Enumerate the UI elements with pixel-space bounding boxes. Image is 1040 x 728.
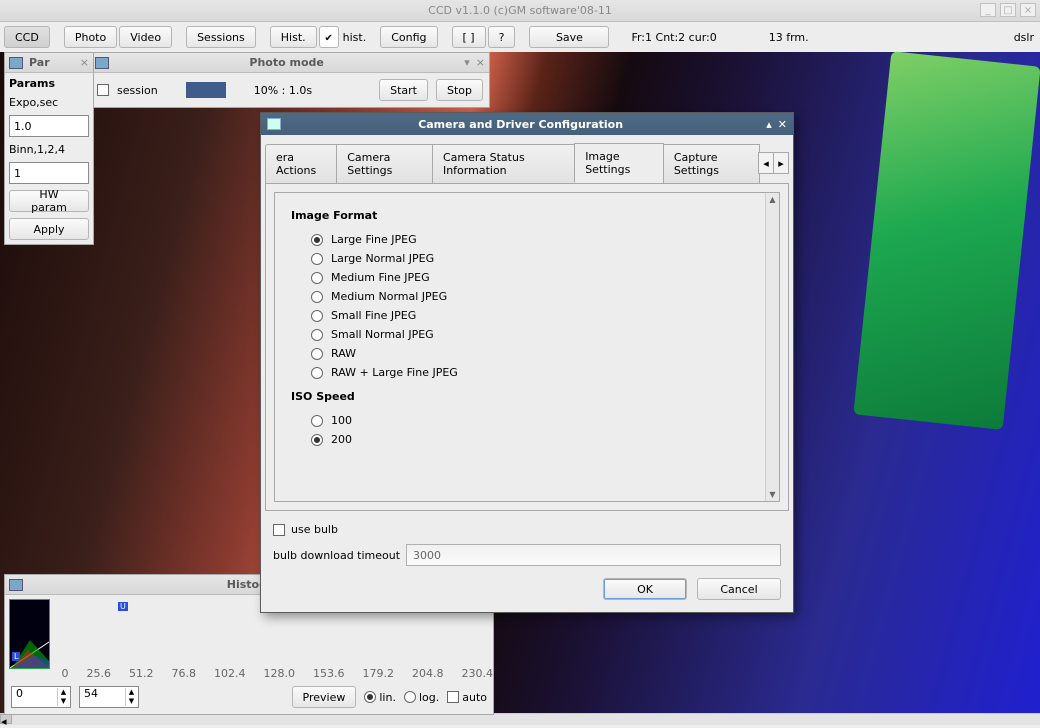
session-label: session [117, 84, 158, 97]
settings-scrollbar[interactable]: ▲▼ [765, 193, 779, 501]
photo-mode-title: Photo mode [115, 56, 458, 69]
radio-medium-fine-jpeg[interactable] [311, 272, 323, 284]
params-panel: Par × Params Expo,sec Binn,1,2,4 HW para… [4, 52, 94, 245]
radio-medium-normal-jpeg[interactable] [311, 291, 323, 303]
help-button[interactable]: ? [488, 26, 516, 48]
preview-overlay-num8: 8 [966, 282, 1000, 361]
main-window-title: CCD v1.1.0 (c)GM software'08-11 [428, 4, 612, 17]
sessions-button[interactable]: Sessions [186, 26, 256, 48]
tab-capture-settings[interactable]: Capture Settings [663, 144, 760, 183]
iso-speed-heading: ISO Speed [291, 390, 763, 403]
status-frames: Fr:1 Cnt:2 cur:0 [631, 31, 716, 44]
progress-swatch [186, 82, 226, 98]
tab-scroll-right-icon[interactable]: ▸ [773, 152, 789, 174]
main-toolbar: CCD Photo Video Sessions Hist. hist. Con… [0, 22, 1040, 52]
radio-large-normal-jpeg[interactable] [311, 253, 323, 265]
radio-small-normal-jpeg[interactable] [311, 329, 323, 341]
config-dialog-title: Camera and Driver Configuration [287, 118, 754, 131]
status-frm: 13 frm. [769, 31, 809, 44]
folder-icon [267, 118, 281, 130]
preview-button[interactable]: Preview [292, 686, 357, 708]
window-minimize-icon[interactable]: _ [980, 3, 996, 17]
photo-mode-status: 10% : 1.0s [254, 84, 371, 97]
hist-checkbox[interactable] [319, 26, 339, 48]
radio-raw-plus-jpeg[interactable] [311, 367, 323, 379]
apply-button[interactable]: Apply [9, 218, 89, 240]
panel-icon [9, 57, 23, 69]
params-heading: Params [9, 77, 89, 90]
tab-era-actions[interactable]: era Actions [265, 144, 337, 183]
tab-camera-settings[interactable]: Camera Settings [336, 144, 433, 183]
photo-button[interactable]: Photo [64, 26, 117, 48]
histogram-marker-low[interactable]: L [12, 652, 20, 661]
main-window-titlebar: CCD v1.1.0 (c)GM software'08-11 _ □ × [0, 0, 1040, 22]
window-close-icon[interactable]: × [1020, 3, 1036, 17]
expo-label: Expo,sec [9, 96, 89, 109]
histogram-canvas[interactable]: L U [9, 599, 50, 669]
preview-overlay-num9: 9 [950, 122, 980, 191]
panel-icon [95, 57, 109, 69]
window-maximize-icon[interactable]: □ [1000, 3, 1016, 17]
bulb-timeout-input[interactable] [406, 544, 781, 566]
hw-param-button[interactable]: HW param [9, 190, 89, 212]
binn-input[interactable] [9, 162, 89, 184]
bulb-timeout-label: bulb download timeout [273, 549, 400, 562]
histo-high-spin[interactable]: 54▲▼ [79, 686, 139, 708]
tab-camera-status-info[interactable]: Camera Status Information [432, 144, 575, 183]
hist-checkbox-label: hist. [343, 31, 367, 44]
cancel-button[interactable]: Cancel [697, 578, 781, 600]
histogram-marker-up[interactable]: U [118, 602, 128, 611]
radio-raw[interactable] [311, 348, 323, 360]
video-button[interactable]: Video [119, 26, 172, 48]
params-panel-title: Par [29, 56, 74, 69]
scale-lin-radio[interactable] [364, 691, 376, 703]
photo-mode-panel: Photo mode ▾ × session 10% : 1.0s Start S… [90, 52, 490, 108]
auto-checkbox[interactable] [447, 691, 459, 703]
histogram-scale: 0 25.6 51.2 76.8 102.4 128.0 153.6 179.2… [54, 667, 494, 680]
ccd-button[interactable]: CCD [4, 26, 50, 48]
radio-iso-100[interactable] [311, 415, 323, 427]
histo-low-spin[interactable]: 0▲▼ [11, 686, 71, 708]
panel-shade-icon[interactable]: ▾ [464, 56, 470, 69]
binn-label: Binn,1,2,4 [9, 143, 89, 156]
config-tabbar: era Actions Camera Settings Camera Statu… [265, 143, 789, 183]
ok-button[interactable]: OK [603, 578, 687, 600]
config-button[interactable]: Config [380, 26, 437, 48]
mode-label: dslr [1014, 31, 1034, 44]
dialog-shade-icon[interactable]: ▴ [766, 118, 772, 131]
tab-image-settings[interactable]: Image Settings [574, 143, 664, 183]
stop-button[interactable]: Stop [436, 79, 483, 101]
panel-icon [9, 579, 23, 591]
config-tabpage: Image Format Large Fine JPEG Large Norma… [265, 183, 789, 511]
panel-close-icon[interactable]: × [476, 56, 485, 69]
scroll-left-icon[interactable]: ◂ [0, 714, 12, 724]
panel-close-icon[interactable]: × [80, 56, 89, 69]
hist-button[interactable]: Hist. [270, 26, 317, 48]
tab-scroll-left-icon[interactable]: ◂ [758, 152, 774, 174]
radio-large-fine-jpeg[interactable] [311, 234, 323, 246]
image-format-heading: Image Format [291, 209, 763, 222]
use-bulb-label: use bulb [291, 523, 338, 536]
session-checkbox[interactable] [97, 84, 109, 96]
radio-iso-200[interactable] [311, 434, 323, 446]
start-button[interactable]: Start [379, 79, 428, 101]
save-button[interactable]: Save [529, 26, 609, 48]
use-bulb-checkbox[interactable] [273, 524, 285, 536]
radio-small-fine-jpeg[interactable] [311, 310, 323, 322]
expo-input[interactable] [9, 115, 89, 137]
dialog-close-icon[interactable]: ✕ [778, 118, 787, 131]
scale-log-radio[interactable] [404, 691, 416, 703]
config-dialog: Camera and Driver Configuration ▴ ✕ era A… [260, 112, 794, 613]
fullscreen-button[interactable]: [ ] [452, 26, 486, 48]
config-dialog-titlebar[interactable]: Camera and Driver Configuration ▴ ✕ [261, 113, 793, 135]
